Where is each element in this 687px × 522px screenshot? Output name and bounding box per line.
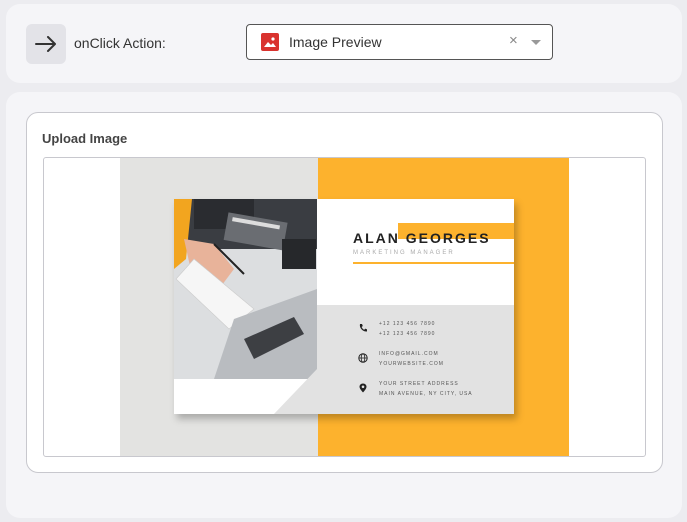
card-name: ALAN GEORGES xyxy=(353,230,491,246)
upload-image-title: Upload Image xyxy=(42,131,128,146)
chevron-down-icon[interactable] xyxy=(531,40,541,45)
globe-icon xyxy=(358,353,368,363)
card-role: MARKETING MANAGER xyxy=(353,250,455,256)
card-phone-1: +12 123 456 7890 xyxy=(379,321,436,327)
image-icon xyxy=(261,33,279,51)
clear-icon[interactable]: × xyxy=(509,32,518,49)
location-pin-icon xyxy=(359,383,367,393)
business-card: ALAN GEORGES MARKETING MANAGER +12 123 4… xyxy=(174,199,514,414)
select-value: Image Preview xyxy=(289,34,382,50)
card-phone-2: +12 123 456 7890 xyxy=(379,331,436,337)
phone-icon xyxy=(359,324,367,332)
card-address-1: YOUR STREET ADDRESS xyxy=(379,381,459,387)
card-email: INFO@GMAIL.COM xyxy=(379,351,439,357)
arrow-right-icon xyxy=(35,36,56,52)
action-icon-box xyxy=(26,24,66,64)
card-address-2: MAIN AVENUE, NY CITY, USA xyxy=(379,391,473,397)
image-preview: ALAN GEORGES MARKETING MANAGER +12 123 4… xyxy=(120,158,569,456)
onclick-action-label: onClick Action: xyxy=(74,35,166,51)
onclick-action-select[interactable]: Image Preview × xyxy=(246,24,553,60)
card-website: YOURWEBSITE.COM xyxy=(379,361,444,367)
card-divider xyxy=(353,262,514,264)
